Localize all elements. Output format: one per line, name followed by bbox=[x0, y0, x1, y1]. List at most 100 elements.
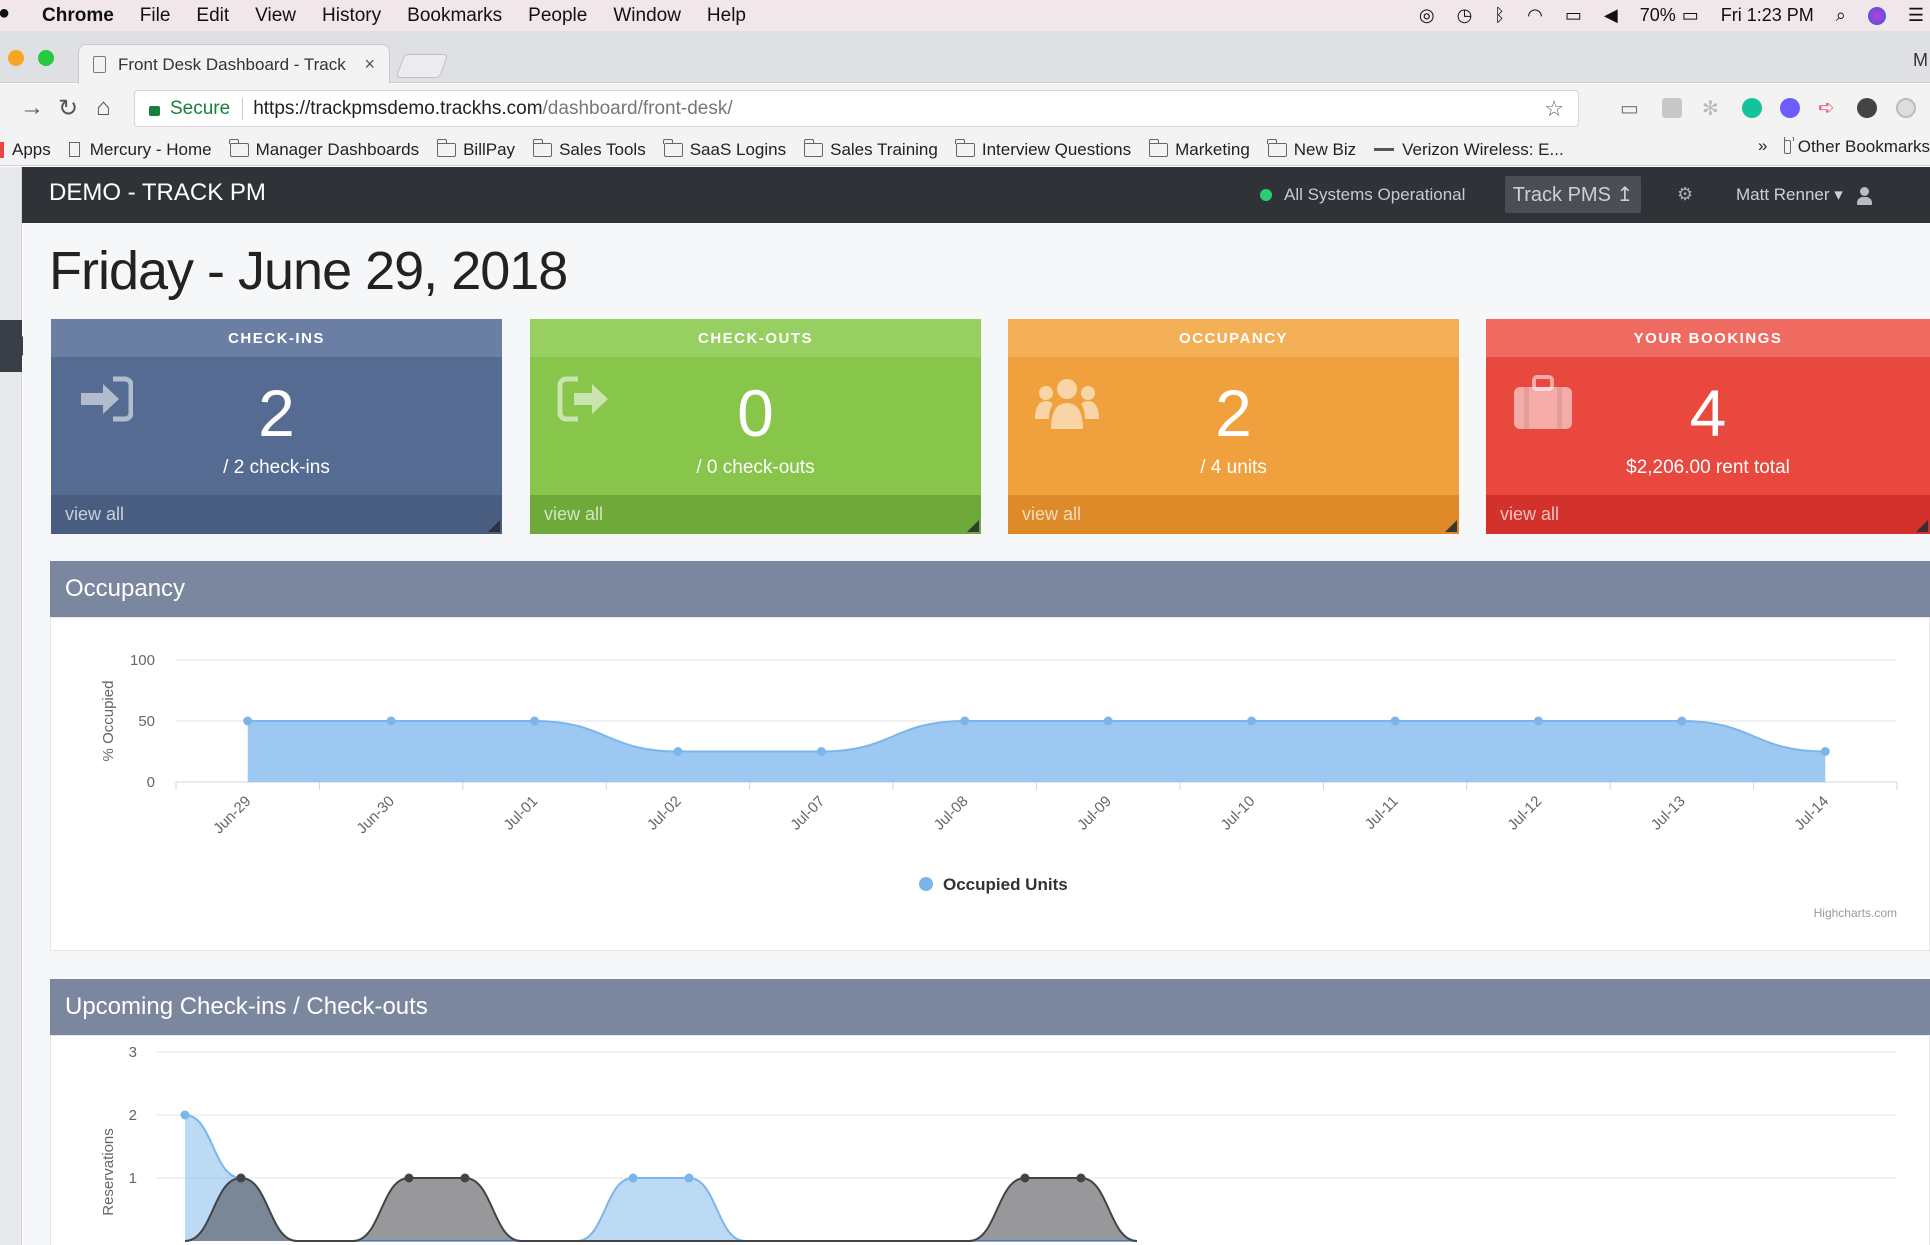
bookmark-saas-logins[interactable]: SaaS Logins bbox=[663, 138, 786, 160]
menu-window[interactable]: Window bbox=[613, 5, 681, 27]
bookmark-mercury-home[interactable]: Mercury - Home bbox=[68, 140, 212, 160]
spotlight-search-icon[interactable]: ⌕ bbox=[1836, 5, 1846, 26]
view-all-link[interactable]: view all bbox=[1486, 495, 1930, 534]
stat-card-occupancy: OCCUPANCY 2 / 4 units view all bbox=[1008, 319, 1459, 534]
wifi-icon[interactable]: ◠ bbox=[1527, 5, 1543, 26]
upcoming-panel: 1 2 3 Reservations bbox=[50, 1035, 1930, 1245]
data-point bbox=[960, 716, 970, 726]
apple-icon[interactable]: ● bbox=[0, 2, 10, 25]
battery-percent[interactable]: 70% bbox=[1640, 5, 1676, 26]
new-tab-button[interactable] bbox=[395, 54, 449, 78]
cast-icon[interactable]: ▭ bbox=[1620, 96, 1639, 121]
folder-icon bbox=[532, 138, 553, 157]
menu-history[interactable]: History bbox=[322, 5, 381, 27]
stat-card-check-ins: CHECK-INS 2 / 2 check-ins view all bbox=[51, 319, 502, 534]
extension-circle-icon[interactable] bbox=[1896, 98, 1916, 118]
card-subtext: / 2 check-ins bbox=[223, 457, 330, 478]
bookmarks-overflow-icon[interactable]: » bbox=[1758, 136, 1767, 156]
volume-icon[interactable]: ◀ bbox=[1604, 5, 1618, 26]
reload-icon[interactable]: ↻ bbox=[58, 94, 78, 123]
folder-icon bbox=[1148, 138, 1169, 157]
close-tab-icon[interactable]: × bbox=[364, 54, 375, 75]
status-dot-icon bbox=[1260, 189, 1272, 201]
airplay-icon[interactable]: ▭ bbox=[1565, 5, 1582, 26]
card-body: 0 / 0 check-outs bbox=[530, 357, 981, 495]
browser-tab[interactable]: Front Desk Dashboard - Track × bbox=[78, 44, 390, 84]
data-point bbox=[628, 1173, 638, 1183]
y-tick-label: 100 bbox=[130, 652, 155, 669]
lock-icon bbox=[149, 105, 160, 116]
creative-cloud-icon[interactable]: ◎ bbox=[1419, 5, 1435, 26]
clock[interactable]: Fri 1:23 PM bbox=[1721, 5, 1814, 26]
data-point bbox=[1533, 716, 1543, 726]
data-point bbox=[236, 1173, 246, 1183]
bookmark-sales-training[interactable]: Sales Training bbox=[803, 138, 938, 160]
system-status-label: All Systems Operational bbox=[1284, 185, 1466, 204]
battery-icon[interactable]: ▭ bbox=[1682, 5, 1699, 26]
user-icon bbox=[1856, 186, 1872, 205]
app-brand[interactable]: DEMO - TRACK PM bbox=[49, 179, 266, 207]
menu-chrome[interactable]: Chrome bbox=[42, 5, 114, 27]
bookmark-verizon-wireless[interactable]: Verizon Wireless: E... bbox=[1374, 140, 1564, 160]
view-all-link[interactable]: view all bbox=[530, 495, 981, 534]
address-bar[interactable]: Secure https://trackpmsdemo.trackhs.com … bbox=[134, 90, 1579, 127]
card-subtext: / 4 units bbox=[1200, 457, 1267, 478]
bookmark-label: Other Bookmarks bbox=[1797, 137, 1930, 156]
view-all-link[interactable]: view all bbox=[51, 495, 502, 534]
data-point bbox=[1076, 1173, 1086, 1183]
occupancy-panel: 0 50 100 % Occupied Jun-29 Jun-30 Jul-01 Jul-02… bbox=[50, 617, 1930, 951]
data-point bbox=[673, 747, 683, 756]
grammarly-icon[interactable] bbox=[1742, 98, 1762, 118]
bookmark-sales-tools[interactable]: Sales Tools bbox=[532, 138, 646, 160]
card-value: 2 bbox=[258, 376, 295, 450]
data-point bbox=[404, 1173, 414, 1183]
bookmark-other-bookmarks[interactable]: Other Bookmarks bbox=[1784, 137, 1930, 157]
extension-shield-icon[interactable] bbox=[1780, 98, 1800, 118]
upcoming-panel-header: Upcoming Check-ins / Check-outs bbox=[50, 979, 1930, 1035]
bookmark-label: New Biz bbox=[1293, 139, 1357, 159]
menu-bookmarks[interactable]: Bookmarks bbox=[407, 5, 502, 27]
card-subtext: $2,206.00 rent total bbox=[1626, 457, 1790, 478]
notification-center-icon[interactable]: ☰ bbox=[1908, 5, 1924, 26]
menu-file[interactable]: File bbox=[140, 5, 171, 27]
sidebar-active-item[interactable] bbox=[0, 320, 32, 372]
omnibox-divider bbox=[242, 97, 244, 120]
bookmark-label: BillPay bbox=[463, 139, 516, 159]
bookmark-marketing[interactable]: Marketing bbox=[1148, 138, 1250, 160]
menu-edit[interactable]: Edit bbox=[196, 5, 229, 27]
gear-icon[interactable]: ⚙ bbox=[1677, 184, 1693, 205]
folder-icon bbox=[436, 138, 457, 157]
track-pms-button[interactable]: Track PMS ↥ bbox=[1505, 176, 1641, 213]
bookmark-billpay[interactable]: BillPay bbox=[436, 138, 516, 160]
bookmark-new-biz[interactable]: New Biz bbox=[1267, 138, 1357, 160]
bookmark-manager-dashboards[interactable]: Manager Dashboards bbox=[229, 138, 419, 160]
data-point bbox=[1103, 716, 1113, 726]
bookmark-star-icon[interactable]: ☆ bbox=[1544, 96, 1564, 122]
extension-k-icon[interactable] bbox=[1857, 98, 1877, 118]
system-status[interactable]: All Systems Operational bbox=[1260, 185, 1465, 205]
home-icon[interactable]: ⌂ bbox=[96, 94, 111, 122]
data-point bbox=[530, 716, 540, 726]
extension-g-icon[interactable] bbox=[1662, 98, 1682, 118]
forward-icon[interactable]: → bbox=[20, 94, 44, 122]
extension-snowflake-icon[interactable]: ✻ bbox=[1702, 96, 1719, 121]
view-all-link[interactable]: view all bbox=[1008, 495, 1459, 534]
y-axis-label: % Occupied bbox=[100, 681, 117, 762]
folder-icon bbox=[1267, 138, 1287, 157]
extension-arrow-icon[interactable]: ➪ bbox=[1818, 95, 1835, 120]
bookmark-interview-questions[interactable]: Interview Questions bbox=[955, 138, 1131, 160]
secure-label: Secure bbox=[170, 97, 231, 119]
time-machine-icon[interactable]: ◷ bbox=[1457, 5, 1473, 26]
maximize-window-button[interactable] bbox=[38, 50, 54, 66]
user-menu[interactable]: Matt Renner ▾ bbox=[1736, 185, 1872, 205]
menu-people[interactable]: People bbox=[528, 5, 587, 27]
siri-icon[interactable] bbox=[1867, 6, 1886, 25]
menu-help[interactable]: Help bbox=[707, 5, 746, 27]
profile-button[interactable]: M bbox=[1913, 50, 1928, 71]
upcoming-chart: 1 2 3 Reservations bbox=[100, 1044, 1897, 1242]
menu-view[interactable]: View bbox=[255, 5, 296, 27]
bookmark-apps[interactable]: Apps bbox=[0, 140, 51, 160]
minimize-window-button[interactable] bbox=[8, 50, 24, 66]
bluetooth-icon[interactable]: ᛒ bbox=[1494, 5, 1505, 26]
occupancy-chart: 0 50 100 % Occupied Jun-29 Jun-30 Jul-01 Jul-02… bbox=[100, 652, 1898, 920]
